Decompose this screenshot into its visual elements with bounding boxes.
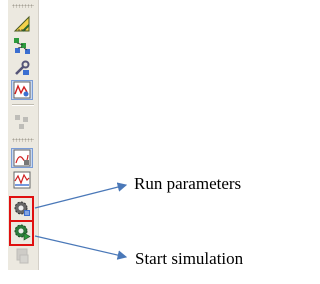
start-simulation-label: Start simulation (135, 249, 244, 268)
run-parameters-arrow (34, 182, 128, 209)
run-parameters-label: Run parameters (134, 174, 242, 193)
start-simulation-arrow (34, 235, 128, 260)
callout-arrows (34, 182, 128, 260)
